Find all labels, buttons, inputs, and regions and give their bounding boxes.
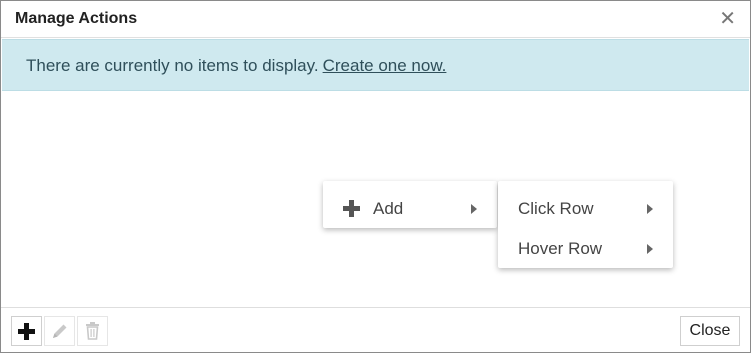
- context-menu: Add: [323, 181, 497, 228]
- plus-icon: [343, 200, 360, 217]
- chevron-right-icon: [471, 204, 477, 214]
- edit-button[interactable]: [44, 316, 75, 346]
- dialog-footer: Close: [1, 307, 750, 352]
- submenu-item-click-row-label: Click Row: [518, 199, 594, 218]
- add-button[interactable]: [11, 316, 42, 346]
- close-icon[interactable]: ✕: [719, 7, 736, 31]
- submenu-item-click-row[interactable]: Click Row: [498, 185, 673, 225]
- create-one-now-link[interactable]: Create one now.: [323, 56, 447, 75]
- pencil-icon: [53, 324, 67, 338]
- notice-text-wrapper: There are currently no items to display.…: [26, 56, 446, 76]
- dialog-title: Manage Actions: [15, 10, 138, 27]
- dialog-titlebar: Manage Actions ✕: [1, 1, 750, 38]
- submenu-item-hover-row-label: Hover Row: [518, 239, 603, 258]
- manage-actions-dialog: Manage Actions ✕ There are currently no …: [0, 0, 751, 353]
- delete-button[interactable]: [77, 316, 108, 346]
- menu-item-add-label: Add: [373, 199, 404, 218]
- empty-notice: There are currently no items to display.…: [2, 39, 749, 91]
- chevron-right-icon: [647, 244, 653, 254]
- notice-message: There are currently no items to display.: [26, 56, 319, 75]
- menu-item-add[interactable]: Add: [323, 185, 497, 225]
- submenu-item-hover-row[interactable]: Hover Row: [498, 225, 673, 265]
- close-button[interactable]: Close: [680, 316, 740, 346]
- trash-icon: [86, 322, 99, 340]
- chevron-right-icon: [647, 204, 653, 214]
- add-submenu: Click Row Hover Row: [498, 181, 673, 268]
